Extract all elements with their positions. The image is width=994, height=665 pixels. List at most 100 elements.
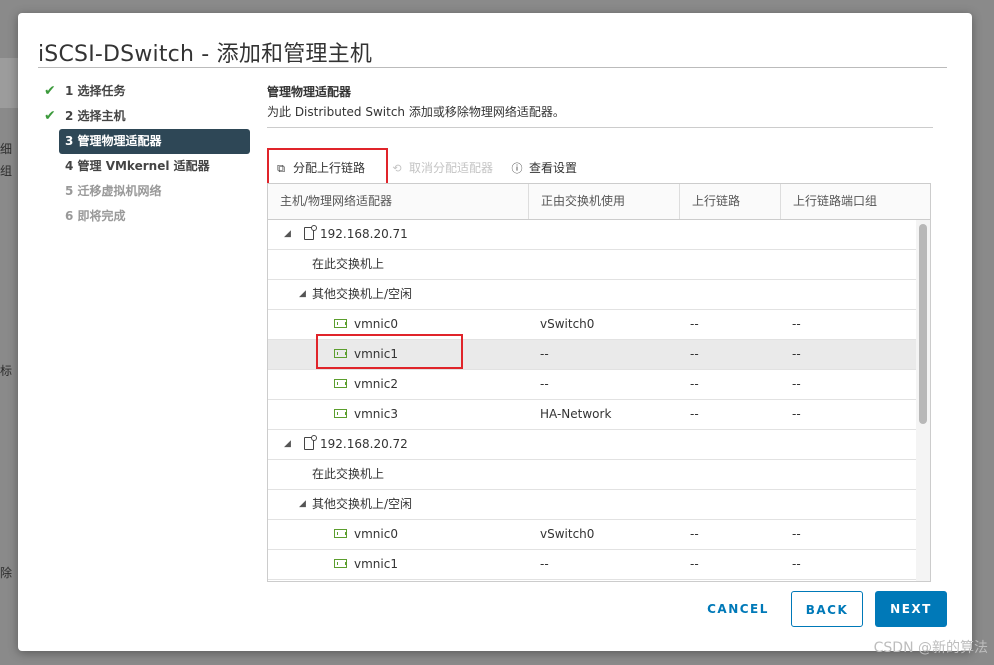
column-header-uplink[interactable]: 上行链路	[680, 184, 781, 219]
background-text: 除	[0, 566, 13, 580]
cell-uplink	[690, 430, 780, 459]
cell-name: ◢ 其他交换机上/空闲	[268, 490, 528, 519]
row-label: vmnic2	[354, 377, 398, 391]
host-row[interactable]: ◢ 192.168.20.72	[268, 430, 916, 460]
row-label: vmnic0	[354, 317, 398, 331]
info-icon: ⓘ	[511, 162, 523, 175]
row-label: vmnic1	[354, 557, 398, 571]
cell-name: vmnic1	[268, 550, 528, 579]
cell-portgroup: --	[792, 527, 801, 541]
cell-name: vmnic1	[268, 340, 528, 369]
cell-portgroup: --	[792, 347, 801, 361]
network-adapter-icon	[334, 349, 347, 358]
cell-uplink	[690, 490, 780, 519]
column-header-uplink-portgroup[interactable]: 上行链路端口组	[781, 184, 930, 219]
cell-uplink: --	[690, 557, 699, 571]
cell-uplink: --	[690, 407, 699, 421]
cell-switch: vSwitch0	[540, 317, 595, 331]
host-icon	[304, 225, 317, 240]
cell-switch	[540, 220, 680, 249]
cell-switch	[540, 430, 680, 459]
highlight-box	[267, 148, 388, 187]
network-adapter-icon	[334, 529, 347, 538]
section-title: 管理物理适配器	[267, 85, 352, 99]
cell-switch: HA-Network	[540, 407, 612, 421]
expand-caret-icon[interactable]: ◢	[299, 490, 306, 519]
cell-uplink	[690, 250, 780, 279]
expand-caret-icon[interactable]: ◢	[284, 220, 291, 249]
step-label: 6 即将完成	[65, 209, 126, 223]
step-select-task[interactable]: ✔ 1 选择任务	[38, 79, 250, 104]
group-row[interactable]: 在此交换机上	[268, 250, 916, 280]
row-label: vmnic1	[354, 347, 398, 361]
adapter-row[interactable]: vmnic3 HA-Network -- --	[268, 400, 916, 430]
step-manage-physical-adapters[interactable]: 3 管理物理适配器	[59, 129, 250, 154]
adapter-row[interactable]: vmnic0 vSwitch0 -- --	[268, 310, 916, 340]
step-manage-vmkernel-adapters[interactable]: 4 管理 VMkernel 适配器	[38, 154, 250, 179]
cell-switch: vSwitch0	[540, 527, 595, 541]
cell-switch	[540, 250, 680, 279]
cell-portgroup: --	[792, 557, 801, 571]
section-divider	[267, 127, 933, 128]
cell-uplink	[690, 280, 780, 309]
cell-name: vmnic2	[268, 370, 528, 399]
expand-caret-icon[interactable]: ◢	[299, 280, 306, 309]
step-label: 5 迁移虚拟机网络	[65, 184, 162, 198]
cell-portgroup	[792, 280, 912, 309]
scrollbar-thumb[interactable]	[919, 224, 927, 424]
background-text: 细	[0, 142, 13, 156]
column-header-in-use-by-switch[interactable]: 正由交换机使用	[529, 184, 680, 219]
view-settings-label: 查看设置	[529, 161, 578, 175]
group-row[interactable]: 在此交换机上	[268, 460, 916, 490]
cell-portgroup: --	[792, 317, 801, 331]
background-panel	[0, 58, 18, 108]
check-icon: ✔	[44, 83, 56, 99]
column-header-host-adapter[interactable]: 主机/物理网络适配器	[268, 184, 529, 219]
cell-uplink: --	[690, 347, 699, 361]
cell-name: vmnic0	[268, 310, 528, 339]
step-select-hosts[interactable]: ✔ 2 选择主机	[38, 104, 250, 129]
step-migrate-vm-networking: 5 迁移虚拟机网络	[38, 179, 250, 204]
cell-name: vmnic3	[268, 400, 528, 429]
cell-name: ◢ 192.168.20.71	[268, 220, 528, 249]
title-divider	[38, 67, 947, 68]
expand-caret-icon[interactable]: ◢	[284, 430, 291, 459]
check-icon: ✔	[44, 108, 56, 124]
cell-portgroup	[792, 250, 912, 279]
cell-uplink: --	[690, 527, 699, 541]
cell-switch	[540, 490, 680, 519]
cell-portgroup	[792, 490, 912, 519]
cell-uplink: --	[690, 377, 699, 391]
wizard-steps: ✔ 1 选择任务 ✔ 2 选择主机 3 管理物理适配器 4 管理 VMkerne…	[38, 79, 250, 229]
add-manage-hosts-dialog: iSCSI-DSwitch - 添加和管理主机 ✔ 1 选择任务 ✔ 2 选择主…	[18, 13, 972, 651]
unassign-adapter-button[interactable]: ⟲ 取消分配适配器	[389, 153, 493, 183]
view-settings-button[interactable]: ⓘ 查看设置	[509, 153, 578, 183]
step-label: 4 管理 VMkernel 适配器	[65, 159, 210, 173]
adapter-row[interactable]: vmnic1 -- -- --	[268, 550, 916, 580]
dialog-title: iSCSI-DSwitch - 添加和管理主机	[38, 42, 373, 67]
cell-switch: --	[540, 557, 549, 571]
cell-name: 在此交换机上	[268, 250, 528, 279]
cell-switch: --	[540, 377, 549, 391]
network-adapter-icon	[334, 379, 347, 388]
cell-name: ◢ 192.168.20.72	[268, 430, 528, 459]
cell-portgroup	[792, 430, 912, 459]
background-text: 标	[0, 364, 13, 378]
group-row[interactable]: ◢ 其他交换机上/空闲	[268, 490, 916, 520]
step-ready-to-complete: 6 即将完成	[38, 204, 250, 229]
main-content: 管理物理适配器 为此 Distributed Switch 添加或移除物理网络适…	[267, 83, 933, 582]
adapter-row[interactable]: vmnic2 -- -- --	[268, 370, 916, 400]
cell-name: vmnic0	[268, 520, 528, 549]
network-adapter-icon	[334, 319, 347, 328]
watermark: CSDN @新的算法	[873, 640, 988, 656]
grid-scrollbar[interactable]	[916, 220, 930, 581]
cell-uplink: --	[690, 317, 699, 331]
adapter-row[interactable]: vmnic1 -- -- --	[268, 340, 916, 370]
group-row[interactable]: ◢ 其他交换机上/空闲	[268, 280, 916, 310]
cell-uplink	[690, 220, 780, 249]
host-row[interactable]: ◢ 192.168.20.71	[268, 220, 916, 250]
next-button[interactable]: NEXT	[875, 591, 947, 627]
back-button[interactable]: BACK	[791, 591, 863, 627]
cancel-button[interactable]: CANCEL	[693, 591, 783, 627]
adapter-row[interactable]: vmnic0 vSwitch0 -- --	[268, 520, 916, 550]
